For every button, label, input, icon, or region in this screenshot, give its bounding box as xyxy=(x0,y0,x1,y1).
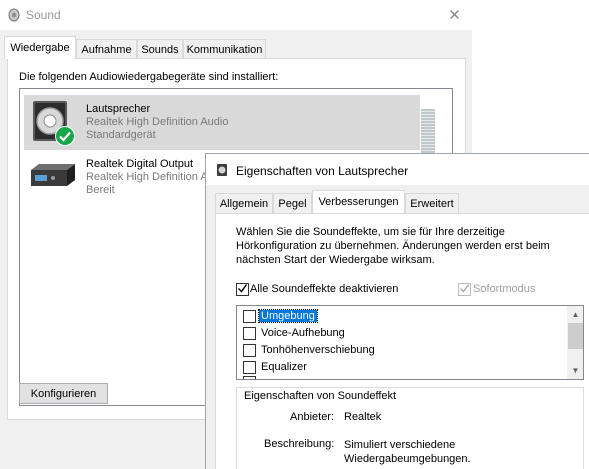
installed-devices-heading: Die folgenden Audiowiedergabegeräte sind… xyxy=(19,71,279,83)
properties-dialog-title: Eigenschaften von Lautsprecher xyxy=(236,164,409,178)
immediate-mode-label[interactable]: Sofortmodus xyxy=(473,283,535,295)
tab-sounds[interactable]: Sounds xyxy=(137,39,183,59)
scroll-down-arrow-icon[interactable]: ▼ xyxy=(567,362,583,379)
disable-all-effects-label[interactable]: Alle Soundeffekte deaktivieren xyxy=(250,283,398,295)
effect-checkbox[interactable] xyxy=(243,344,256,357)
effect-checkbox-partial[interactable] xyxy=(243,376,256,379)
tab-label: Aufnahme xyxy=(81,43,132,56)
properties-titlebar: Eigenschaften von Lautsprecher xyxy=(206,154,589,185)
volume-level-meter xyxy=(421,109,435,156)
close-icon[interactable]: ✕ xyxy=(437,0,472,30)
enhancements-description: Wählen Sie die Soundeffekte, um sie für … xyxy=(236,226,550,266)
effect-label[interactable]: Voice-Aufhebung xyxy=(261,327,345,339)
effect-checkbox[interactable] xyxy=(243,310,256,323)
sound-window-title: Sound xyxy=(26,8,61,22)
disable-all-effects-checkbox[interactable] xyxy=(236,283,249,296)
tab-allgemein[interactable]: Allgemein xyxy=(215,193,273,213)
scrollbar-thumb[interactable] xyxy=(568,323,583,349)
configure-button[interactable]: Konfigurieren xyxy=(19,383,108,404)
device-status: Standardgerät xyxy=(86,129,156,141)
effect-item-umgebung[interactable]: Umgebung xyxy=(243,308,563,325)
tab-label: Wiedergabe xyxy=(10,42,70,54)
device-name: Lautsprecher xyxy=(86,103,151,115)
tab-aufnahme[interactable]: Aufnahme xyxy=(76,39,137,59)
device-name: Realtek Digital Output xyxy=(86,158,193,170)
tab-kommunikation[interactable]: Kommunikation xyxy=(183,39,266,59)
sound-effects-list[interactable]: Umgebung Voice-Aufhebung Tonhöhenverschi… xyxy=(236,305,584,380)
tab-label: Pegel xyxy=(278,197,307,210)
provider-label: Anbieter: xyxy=(290,411,335,423)
sound-titlebar: Sound ✕ xyxy=(0,0,472,30)
tab-label: Sounds xyxy=(141,43,179,56)
effect-item-voice-aufhebung[interactable]: Voice-Aufhebung xyxy=(243,325,563,342)
provider-value: Realtek xyxy=(344,411,382,423)
tab-label: Kommunikation xyxy=(186,43,263,56)
tab-label: Erweitert xyxy=(410,197,454,210)
effect-label[interactable]: Tonhöhenverschiebung xyxy=(261,344,375,356)
device-driver: Realtek High Definition Audio xyxy=(86,116,229,128)
effect-item-tonhoehenverschiebung[interactable]: Tonhöhenverschiebung xyxy=(243,342,563,359)
checkmark-icon xyxy=(460,284,469,293)
effect-checkbox[interactable] xyxy=(243,361,256,374)
tab-pegel[interactable]: Pegel xyxy=(273,193,312,213)
device-item-lautsprecher[interactable]: Lautsprecher Realtek High Definition Aud… xyxy=(24,95,435,156)
effect-label[interactable]: Umgebung xyxy=(258,309,318,323)
tab-erweitert[interactable]: Erweitert xyxy=(405,193,459,213)
speaker-title-icon xyxy=(8,8,20,22)
effect-item-equalizer[interactable]: Equalizer xyxy=(243,359,563,376)
scroll-up-arrow-icon[interactable]: ▲ xyxy=(567,306,583,323)
effect-properties-title: Eigenschaften von Soundeffekt xyxy=(242,390,399,402)
digital-output-device-icon xyxy=(31,164,75,186)
tab-wiedergabe[interactable]: Wiedergabe xyxy=(4,36,76,59)
immediate-mode-checkbox[interactable] xyxy=(458,283,471,296)
tab-verbesserungen[interactable]: Verbesserungen xyxy=(312,190,405,213)
effect-description-value: Simuliert verschiedene Wiedergabeumgebun… xyxy=(344,439,471,465)
checkmark-icon xyxy=(238,284,247,293)
speaker-title-icon xyxy=(217,164,227,176)
effects-scrollbar[interactable]: ▲ ▼ xyxy=(567,306,583,379)
effect-description-label: Beschreibung: xyxy=(264,438,335,450)
device-status: Bereit xyxy=(86,184,115,196)
effect-label[interactable]: Equalizer xyxy=(261,361,307,373)
green-check-badge-icon xyxy=(55,126,75,146)
tab-label: Allgemein xyxy=(219,197,269,210)
tab-label: Verbesserungen xyxy=(318,196,399,208)
effect-checkbox[interactable] xyxy=(243,327,256,340)
